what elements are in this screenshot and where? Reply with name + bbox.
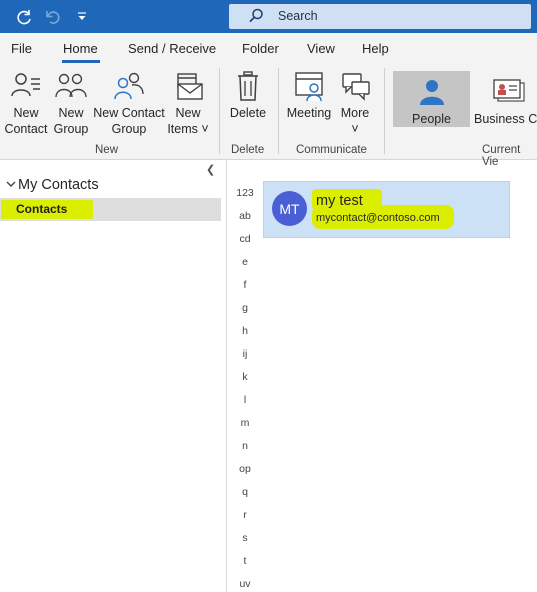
- index-letter[interactable]: ab: [229, 210, 261, 222]
- index-letter[interactable]: op: [229, 463, 261, 475]
- people-view-button[interactable]: People: [393, 75, 470, 127]
- new-items-button[interactable]: New Items ˅: [167, 69, 209, 137]
- index-letter[interactable]: h: [229, 325, 261, 337]
- search-placeholder: Search: [278, 9, 318, 23]
- group-label-communicate: Communicate: [296, 144, 367, 156]
- ribbon-separator: [384, 68, 385, 154]
- index-letter[interactable]: uv: [229, 578, 261, 590]
- customize-icon[interactable]: [71, 6, 93, 28]
- contact-email: mycontact@contoso.com: [316, 212, 440, 224]
- contact-group-icon: [112, 69, 146, 103]
- meeting-icon: [292, 69, 326, 103]
- title-bar: Search: [0, 0, 537, 33]
- more-button[interactable]: More ˅: [337, 69, 373, 137]
- search-box[interactable]: Search: [229, 4, 531, 29]
- ribbon-separator: [219, 68, 220, 154]
- people-label: People: [412, 112, 451, 126]
- ribbon: New Contact New Group New Contact Group …: [0, 63, 537, 168]
- pane-divider: [226, 160, 227, 592]
- new-contact-button[interactable]: New Contact: [4, 69, 48, 137]
- index-letter[interactable]: s: [229, 532, 261, 544]
- ribbon-separator: [278, 68, 279, 154]
- meeting-label: Meeting: [286, 106, 332, 120]
- index-letter[interactable]: m: [229, 417, 261, 429]
- contact-card-icon: [9, 69, 43, 103]
- trash-icon: [231, 69, 265, 103]
- index-letter[interactable]: f: [229, 279, 261, 291]
- group-label-new: New: [95, 144, 119, 156]
- tab-home[interactable]: Home: [63, 41, 98, 56]
- tab-file[interactable]: File: [11, 41, 32, 56]
- tab-send-receive[interactable]: Send / Receive: [128, 41, 216, 56]
- chat-bubbles-icon: [338, 69, 372, 103]
- folder-item-contacts-label: Contacts: [16, 202, 68, 216]
- index-letter[interactable]: k: [229, 371, 261, 383]
- undo-icon[interactable]: [42, 6, 64, 28]
- delete-label: Delete: [229, 106, 267, 120]
- index-letter[interactable]: e: [229, 256, 261, 268]
- business-card-view-button[interactable]: Business C...: [474, 75, 537, 127]
- group-label-current-view: Current Vie: [482, 144, 521, 168]
- tab-help[interactable]: Help: [362, 41, 389, 56]
- chevron-down-icon: [6, 177, 16, 193]
- avatar-initials: MT: [279, 200, 300, 217]
- index-letter[interactable]: q: [229, 486, 261, 498]
- group-label-delete: Delete: [231, 144, 265, 156]
- my-contacts-label: My Contacts: [18, 177, 99, 193]
- contact-name: my test: [316, 193, 363, 209]
- business-card-label: Business C...: [474, 112, 537, 126]
- my-contacts-section[interactable]: My Contacts: [6, 177, 99, 193]
- index-letter[interactable]: g: [229, 302, 261, 314]
- new-contact-group-button[interactable]: New Contact Group: [93, 69, 165, 137]
- index-letter[interactable]: cd: [229, 233, 261, 245]
- new-contact-label: New Contact: [4, 106, 48, 136]
- folder-pane: ❮ My Contacts Contacts: [0, 160, 226, 592]
- avatar: MT: [272, 191, 307, 226]
- new-group-label: New Group: [53, 106, 89, 136]
- delete-button[interactable]: Delete: [226, 69, 270, 121]
- index-letter[interactable]: n: [229, 440, 261, 452]
- index-letter[interactable]: l: [229, 394, 261, 406]
- index-letter[interactable]: r: [229, 509, 261, 521]
- tab-view[interactable]: View: [307, 41, 335, 56]
- meeting-button[interactable]: Meeting: [285, 69, 333, 121]
- index-letter[interactable]: ij: [229, 348, 261, 360]
- menu-bar: File Home Send / Receive Folder View Hel…: [0, 33, 537, 63]
- group-icon: [54, 69, 88, 103]
- new-items-label: New Items ˅: [167, 106, 209, 136]
- person-icon: [417, 75, 447, 109]
- new-items-icon: [171, 69, 205, 103]
- tab-folder[interactable]: Folder: [242, 41, 279, 56]
- search-icon: [247, 7, 265, 30]
- index-letter[interactable]: t: [229, 555, 261, 567]
- more-label: More ˅: [340, 106, 370, 136]
- index-letter[interactable]: 123: [229, 187, 261, 199]
- business-card-icon: [492, 75, 526, 109]
- collapse-pane-icon[interactable]: ❮: [206, 163, 215, 176]
- new-contact-group-label: New Contact Group: [93, 106, 165, 136]
- new-group-button[interactable]: New Group: [52, 69, 90, 137]
- sync-icon[interactable]: [13, 6, 35, 28]
